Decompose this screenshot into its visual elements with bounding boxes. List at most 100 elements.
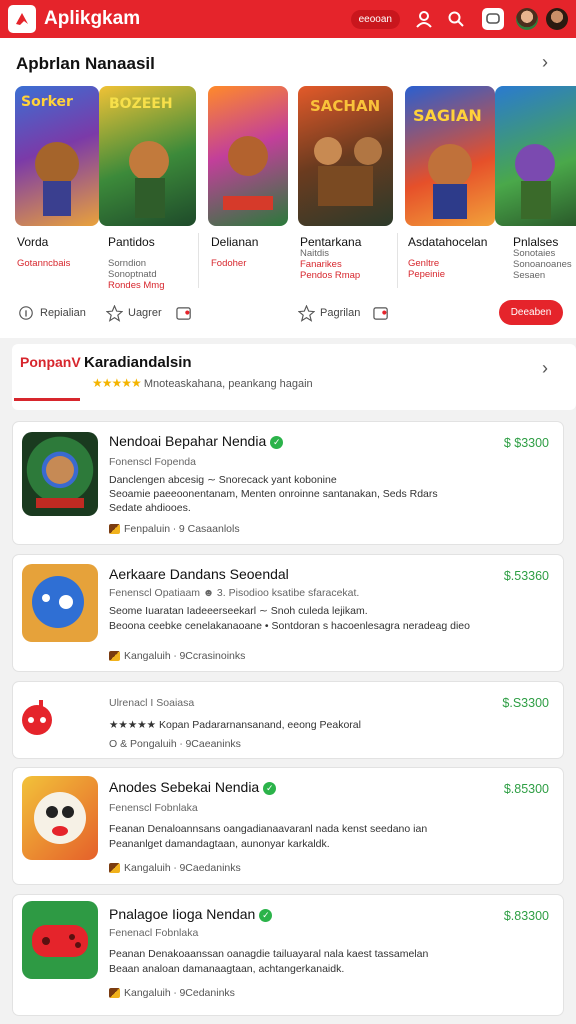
featured-apps-section: Apbrlan Nanaasil › Sorker BOZEEH SACHAN … xyxy=(0,38,576,338)
app-icon xyxy=(17,696,57,736)
app-meta: Kangaluih ∙ 9Caedaninks xyxy=(109,862,241,874)
tab-ponpanv[interactable]: PonpanV xyxy=(20,354,81,370)
share-icon xyxy=(175,304,193,322)
app-icon xyxy=(22,564,98,642)
svg-text:BOZEEH: BOZEEH xyxy=(109,96,173,112)
game-meta: Naitdis Fanarikes Pendos Rmap xyxy=(300,248,361,281)
app-title: Aplikgkam xyxy=(44,8,141,29)
app-developer: Fonenscl Fopenda xyxy=(109,456,196,468)
section-title: Apbrlan Nanaasil xyxy=(16,54,155,73)
action-pagrilan[interactable]: Pagrilan xyxy=(297,304,360,322)
app-title[interactable]: Nendoai Bepahar Nendia ✓ xyxy=(109,433,284,449)
app-meta: Fenpaluin ∙ 9 Casaanlols xyxy=(109,523,240,535)
share-icon xyxy=(372,304,390,322)
game-name[interactable]: Pantidos xyxy=(108,235,155,249)
price: $ $3300 xyxy=(503,436,549,450)
app-description: Seome Iuaratan Iadeeerseekarl ∼ Snoh cul… xyxy=(109,605,368,617)
game-thumbnail[interactable]: BOZEEH xyxy=(99,86,196,226)
app-description: Peananlget damandagtaan, aunonyar karkal… xyxy=(109,838,330,850)
category-subtitle: ★★★★★ Mnoteaskahana, peankang hagain xyxy=(92,376,313,390)
verified-icon: ✓ xyxy=(270,436,284,449)
active-tab-indicator xyxy=(14,398,80,401)
list-item[interactable]: Nendoai Bepahar Nendia ✓ $ $3300 Fonenscl… xyxy=(12,421,564,545)
app-title[interactable]: Aerkaare Dandans Seoendal xyxy=(109,566,289,582)
svg-text:SAGIAN: SAGIAN xyxy=(413,106,482,125)
account-pill-button[interactable]: eeooan xyxy=(350,9,400,29)
game-name[interactable]: Pnlalses xyxy=(513,235,558,249)
avatar[interactable] xyxy=(516,8,538,30)
app-developer: Ulrenacl I Soaiasa xyxy=(109,697,195,709)
game-meta: Genltre Pepeinie xyxy=(408,258,445,280)
list-item[interactable]: Pnalagoe Iioga Nendan ✓ $.83300 Fenenacl … xyxy=(12,894,564,1016)
app-meta: Kangaluih ∙ 9Ccrasinoinks xyxy=(109,650,245,662)
badge-icon xyxy=(109,651,120,661)
verified-icon: ✓ xyxy=(259,909,273,922)
game-meta: Sonotaies Sonoanoanes Sesaen xyxy=(513,248,572,281)
svg-text:Sorker: Sorker xyxy=(21,94,73,110)
list-item[interactable]: Anodes Sebekai Nendia ✓ $.85300 Fenenscl … xyxy=(12,767,564,885)
app-logo-icon[interactable] xyxy=(8,5,36,33)
game-thumbnail[interactable]: SAGIAN xyxy=(405,86,495,226)
game-name[interactable]: Pentarkana xyxy=(300,235,361,249)
app-title[interactable]: Anodes Sebekai Nendia ✓ xyxy=(109,779,277,795)
info-icon xyxy=(17,304,35,322)
user-avatar[interactable] xyxy=(546,8,568,30)
app-description: Sedate ahdiooes. xyxy=(109,502,191,514)
game-thumbnail[interactable]: SACHAN xyxy=(298,86,393,226)
game-thumbnail[interactable] xyxy=(495,86,576,226)
star-icon xyxy=(105,304,123,322)
action-repialian[interactable]: Repialian xyxy=(17,304,86,322)
app-developer: Fenenacl Fobnlaka xyxy=(109,927,199,939)
primary-button[interactable]: Deeaben xyxy=(499,300,563,325)
app-description: Danclengen abcesig ∼ Snorecack yant kobo… xyxy=(109,474,337,486)
game-thumbnail[interactable] xyxy=(208,86,288,226)
app-description: Beoona ceebke cenelakanaoane • Sontdoran… xyxy=(109,620,470,632)
app-description: Seoamie paeeoonentanam, Menten onroinne … xyxy=(109,488,438,500)
game-name[interactable]: Vorda xyxy=(17,235,48,249)
price: $.83300 xyxy=(503,909,549,923)
price: $.53360 xyxy=(503,569,549,583)
category-title: Karadiandalsin xyxy=(84,354,192,371)
badge-icon xyxy=(109,524,120,534)
list-item[interactable]: Aerkaare Dandans Seoendal $.53360 Fenens… xyxy=(12,554,564,672)
rating-stars: ★★★★★ xyxy=(92,376,142,390)
app-meta: Kangaluih ∙ 9Cedaninks xyxy=(109,987,235,999)
badge-icon xyxy=(109,863,120,873)
app-meta: O & Pongaluih ∙ 9Caeaninks xyxy=(109,738,241,750)
star-icon xyxy=(297,304,315,322)
action-uagrer[interactable]: Uagrer xyxy=(105,304,162,322)
app-description: Feanan Denaloannsans oangadianaavaranl n… xyxy=(109,823,428,835)
app-description: ★★★★★ Kopan Padararnansanand, eeong Peak… xyxy=(109,719,361,731)
game-name[interactable]: Delianan xyxy=(211,235,258,249)
app-developer: Fenenscl Fobnlaka xyxy=(109,802,198,814)
game-meta: Fodoher xyxy=(211,258,247,269)
chevron-right-icon[interactable]: › xyxy=(542,52,548,73)
top-app-bar: Aplikgkam eeooan xyxy=(0,0,576,38)
game-meta: Sorndion Sonoptnatd Rondes Mmg xyxy=(108,258,165,291)
app-icon xyxy=(22,901,98,979)
app-description: Peanan Denakoaanssan oanagdie tailuayara… xyxy=(109,948,429,960)
chevron-right-icon[interactable]: › xyxy=(542,358,548,379)
share-button[interactable] xyxy=(175,304,198,322)
verified-icon: ✓ xyxy=(263,782,277,795)
share-button[interactable] xyxy=(372,304,395,322)
divider xyxy=(198,233,199,288)
list-item[interactable]: Ulrenacl I Soaiasa $.S3300 ★★★★★ Kopan P… xyxy=(12,681,564,759)
app-description: Beaan analoan damanaagtaan, achtangerkan… xyxy=(109,963,345,975)
game-name[interactable]: Asdatahocelan xyxy=(408,235,487,249)
app-icon xyxy=(22,776,98,860)
category-header: PonpanV Karadiandalsin ★★★★★ Mnoteaskaha… xyxy=(12,344,576,410)
app-title[interactable]: Pnalagoe Iioga Nendan ✓ xyxy=(109,906,273,922)
chat-icon[interactable] xyxy=(482,8,504,30)
badge-icon xyxy=(109,988,120,998)
app-icon xyxy=(22,432,98,516)
app-developer: Fenenscl Opatiaam ☻ 3. Pisodioo ksatibe … xyxy=(109,587,360,599)
profile-icon[interactable] xyxy=(412,7,436,31)
divider xyxy=(397,233,398,288)
price: $.85300 xyxy=(503,782,549,796)
price: $.S3300 xyxy=(502,696,549,710)
game-thumbnail[interactable]: Sorker xyxy=(15,86,99,226)
svg-text:SACHAN: SACHAN xyxy=(310,97,380,115)
game-meta: Gotanncbais xyxy=(17,258,71,269)
search-icon[interactable] xyxy=(444,7,468,31)
